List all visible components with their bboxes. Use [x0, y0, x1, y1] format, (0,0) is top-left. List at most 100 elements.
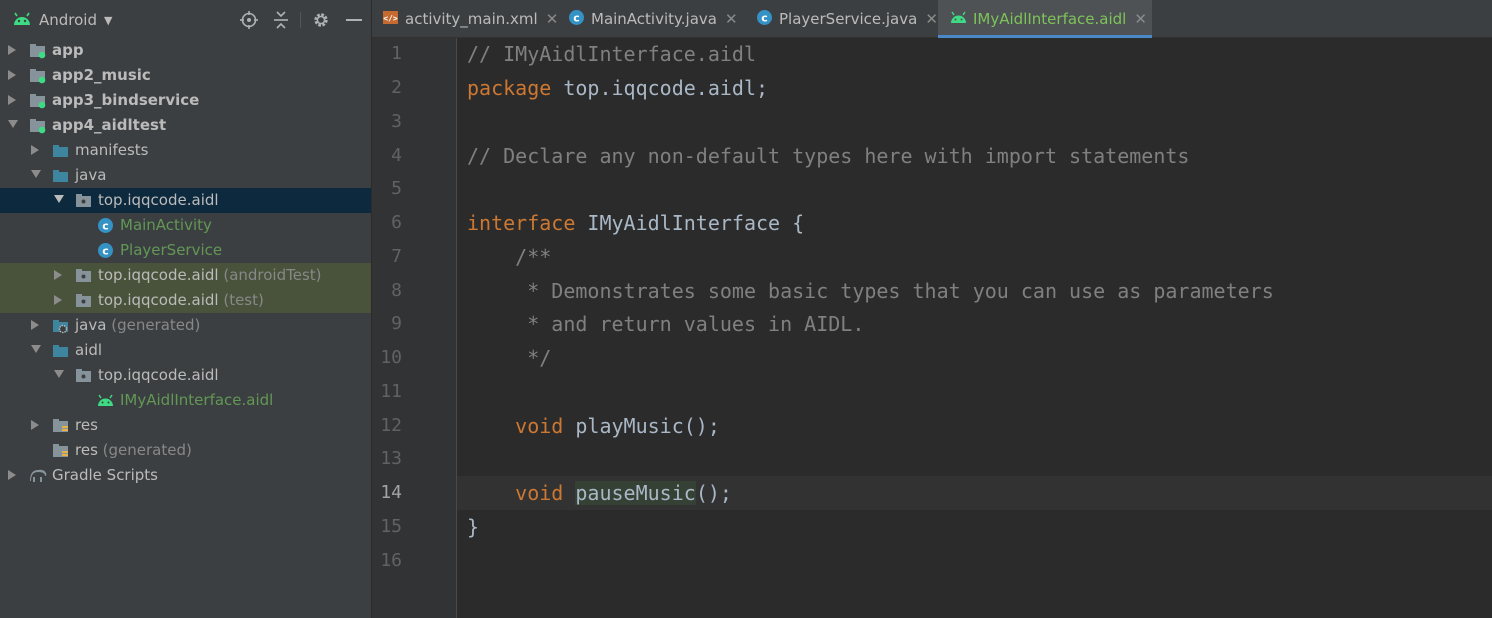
code-editor[interactable]: // IMyAidlInterface.aidl package top.iqq…: [457, 38, 1492, 618]
code-line-7: /**: [467, 245, 552, 269]
tree-item-package-test[interactable]: top.iqqcode.aidl (test): [0, 288, 371, 313]
expand-arrow-icon[interactable]: [30, 319, 40, 331]
interface-declaration: IMyAidlInterface {: [575, 211, 805, 235]
line-number: 12: [380, 415, 402, 436]
line-number: 8: [391, 280, 402, 301]
close-icon[interactable]: ✕: [546, 10, 559, 28]
tree-item-res[interactable]: res: [0, 413, 371, 438]
line-number: 5: [391, 178, 402, 199]
gradle-elephant-icon: [29, 467, 47, 484]
code-line-12: void playMusic();: [467, 414, 720, 438]
generated-folder-icon: [52, 317, 69, 334]
expand-arrow-icon[interactable]: [53, 269, 63, 281]
expand-arrow-icon[interactable]: [7, 44, 17, 56]
tree-item-aidl-file[interactable]: IMyAidlInterface.aidl: [0, 388, 371, 413]
collapse-arrow-icon[interactable]: [7, 119, 18, 131]
expand-arrow-icon[interactable]: [30, 419, 40, 431]
android-icon: [97, 392, 114, 409]
close-icon[interactable]: ✕: [725, 10, 738, 28]
tree-item-label: aidl: [75, 341, 103, 359]
tree-item-package-androidtest[interactable]: top.iqqcode.aidl (androidTest): [0, 263, 371, 288]
line-number: 6: [391, 212, 402, 233]
android-icon: [950, 9, 967, 30]
tree-item-manifests[interactable]: manifests: [0, 138, 371, 163]
tab-imyaidlinterface-aidl[interactable]: IMyAidlInterface.aidl ✕: [938, 0, 1152, 38]
editor-tab-bar: </> activity_main.xml ✕ c MainActivity.j…: [372, 0, 1492, 38]
method-declaration: playMusic();: [563, 414, 720, 438]
tree-item-package-main[interactable]: top.iqqcode.aidl: [0, 188, 371, 213]
tree-item-label: app: [52, 41, 84, 59]
svg-text:c: c: [102, 245, 109, 258]
tree-item-gradle-scripts[interactable]: Gradle Scripts: [0, 463, 371, 488]
collapse-arrow-icon[interactable]: [53, 369, 64, 381]
expand-arrow-icon[interactable]: [7, 469, 17, 481]
collapse-all-icon[interactable]: [271, 10, 291, 30]
tree-item-label: res (generated): [75, 441, 192, 459]
collapse-arrow-icon[interactable]: [30, 344, 41, 356]
expand-arrow-icon[interactable]: [7, 94, 17, 106]
line-number: 1: [391, 43, 402, 64]
tree-item-label: app2_music: [52, 66, 151, 84]
gear-icon[interactable]: [311, 10, 331, 30]
tree-item-label: MainActivity: [120, 216, 212, 234]
package-icon: [75, 367, 92, 384]
code-line-8: * Demonstrates some basic types that you…: [467, 279, 1274, 303]
tree-item-app[interactable]: app: [0, 38, 371, 63]
line-number: 7: [391, 246, 402, 267]
tab-label: activity_main.xml: [405, 10, 538, 28]
module-folder-icon: [29, 67, 46, 84]
locate-icon[interactable]: [239, 10, 259, 30]
tree-item-label: java (generated): [75, 316, 201, 334]
expand-arrow-icon[interactable]: [7, 69, 17, 81]
keyword-interface: interface: [467, 211, 576, 235]
module-folder-icon: [29, 117, 46, 134]
project-view-selector[interactable]: Android ▼: [13, 9, 112, 31]
resource-folder-icon: [52, 442, 69, 459]
svg-text:c: c: [102, 220, 109, 233]
tree-item-mainactivity[interactable]: c MainActivity: [0, 213, 371, 238]
tab-label: MainActivity.java: [591, 10, 717, 28]
package-name: top.iqqcode.aidl;: [551, 76, 769, 100]
tree-item-playerservice[interactable]: c PlayerService: [0, 238, 371, 263]
expand-arrow-icon[interactable]: [53, 294, 63, 306]
tree-item-app3-bindservice[interactable]: app3_bindservice: [0, 88, 371, 113]
tree-item-package-aidl[interactable]: top.iqqcode.aidl: [0, 363, 371, 388]
expand-arrow-icon[interactable]: [30, 144, 40, 156]
tab-playerservice-java[interactable]: c PlayerService.java ✕: [756, 0, 938, 38]
close-icon[interactable]: ✕: [1134, 10, 1147, 28]
tree-item-label: IMyAidlInterface.aidl: [120, 391, 274, 409]
tree-item-app4-aidltest[interactable]: app4_aidltest: [0, 113, 371, 138]
collapse-arrow-icon[interactable]: [53, 194, 64, 206]
tree-item-label: top.iqqcode.aidl: [98, 191, 219, 209]
line-number: 15: [380, 516, 402, 537]
tree-item-res-generated[interactable]: res (generated): [0, 438, 371, 463]
tree-item-app2-music[interactable]: app2_music: [0, 63, 371, 88]
chevron-down-icon: ▼: [104, 13, 113, 27]
identifier-highlight: pauseMusic: [575, 481, 696, 505]
java-class-icon: c: [97, 242, 114, 259]
code-line-6: interface IMyAidlInterface {: [467, 211, 804, 235]
xml-layout-icon: </>: [382, 9, 399, 30]
line-number: 13: [380, 448, 402, 469]
hide-panel-icon[interactable]: [344, 10, 364, 30]
module-folder-icon: [29, 42, 46, 59]
tree-item-java[interactable]: java: [0, 163, 371, 188]
project-tree: app app2_music app3_bindservice app4_aid…: [0, 38, 371, 488]
tab-label: PlayerService.java: [779, 10, 918, 28]
tree-item-aidl[interactable]: aidl: [0, 338, 371, 363]
project-panel-header: Android ▼: [0, 0, 371, 38]
collapse-arrow-icon[interactable]: [30, 169, 41, 181]
line-number: 16: [380, 550, 402, 571]
tree-item-label: top.iqqcode.aidl (test): [98, 291, 264, 309]
line-number: 4: [391, 145, 402, 166]
tab-mainactivity-java[interactable]: c MainActivity.java ✕: [568, 0, 750, 38]
java-class-icon: c: [97, 217, 114, 234]
code-line-1: // IMyAidlInterface.aidl: [467, 42, 756, 66]
tree-item-label: app3_bindservice: [52, 91, 200, 109]
close-icon[interactable]: ✕: [925, 10, 938, 28]
keyword-void: void: [515, 481, 564, 505]
ide-window: Android ▼ app app2_music app3_bindservic…: [0, 0, 1492, 618]
tab-activity-main-xml[interactable]: </> activity_main.xml ✕: [382, 0, 562, 38]
tree-item-java-generated[interactable]: java (generated): [0, 313, 371, 338]
